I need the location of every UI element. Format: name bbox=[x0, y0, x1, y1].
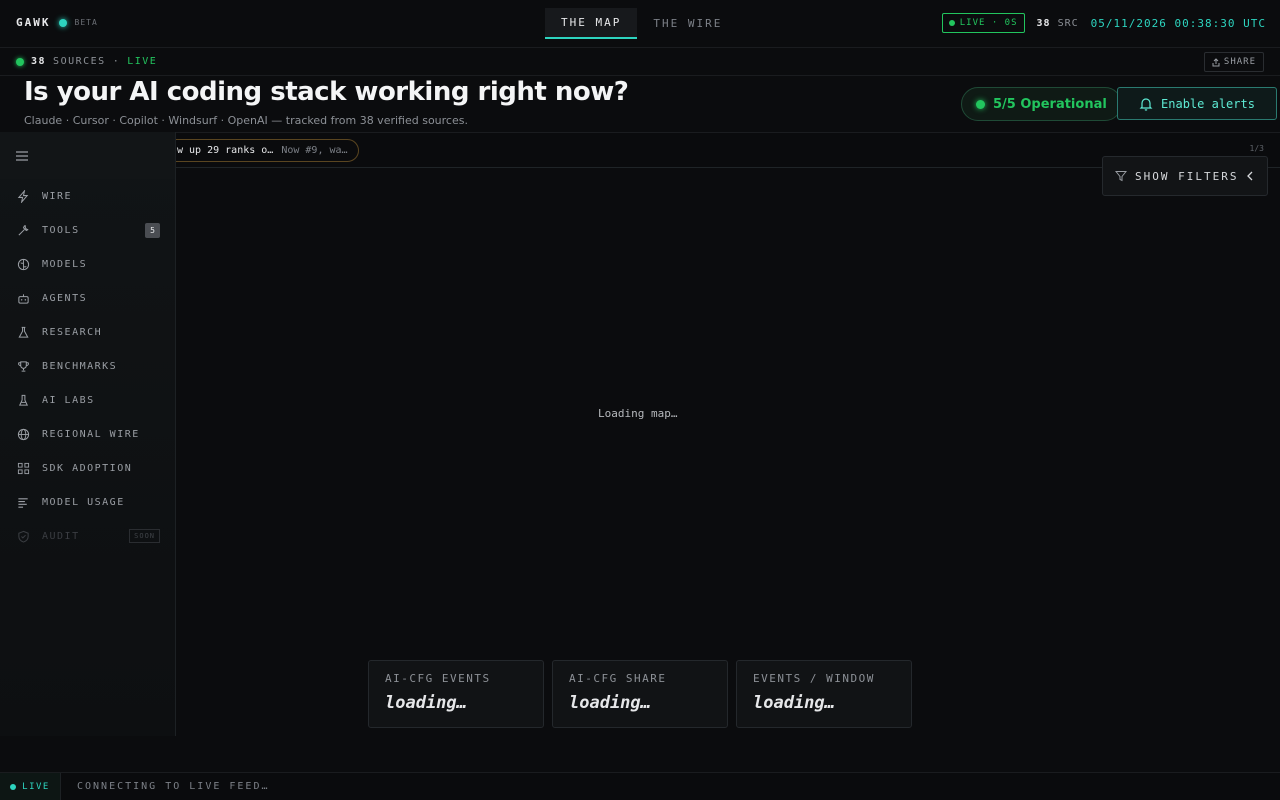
sidebar-item-research[interactable]: RESEARCH bbox=[0, 315, 175, 349]
sidebar-item-label: REGIONAL WIRE bbox=[42, 428, 140, 440]
status-dot-icon bbox=[58, 18, 67, 27]
stat-label: AI-CFG EVENTS bbox=[385, 672, 491, 685]
sidebar-item-benchmarks[interactable]: BENCHMARKS bbox=[0, 349, 175, 383]
sidebar-item-label: MODELS bbox=[42, 258, 88, 270]
sidebar-item-label: AGENTS bbox=[42, 292, 88, 304]
stat-value: loading… bbox=[753, 693, 835, 713]
news-ticker: w up 29 ranks o… Now #9, wa… 1/3 bbox=[0, 132, 1280, 168]
bars-icon bbox=[16, 495, 30, 509]
main-tabs: THE MAP THE WIRE bbox=[545, 8, 738, 39]
live-label: LIVE bbox=[127, 56, 158, 67]
robot-icon bbox=[16, 291, 30, 305]
utc-clock: 05/11/2026 00:38:30 UTC bbox=[1090, 16, 1266, 30]
stat-value: loading… bbox=[385, 693, 467, 713]
sources-label: SOURCES bbox=[53, 56, 106, 67]
stat-card-events-per-window: EVENTS / WINDOW loading… bbox=[736, 660, 912, 728]
source-count-label: SRC bbox=[1057, 17, 1079, 29]
stat-card-ai-cfg-share: AI-CFG SHARE loading… bbox=[552, 660, 728, 728]
shield-check-icon bbox=[16, 529, 30, 543]
live-indicator-label: LIVE · 0S bbox=[959, 18, 1018, 28]
wrench-icon bbox=[16, 223, 30, 237]
sidebar-header bbox=[0, 132, 175, 179]
top-bar: GAWK BETA THE MAP THE WIRE LIVE · 0S 38 … bbox=[0, 0, 1280, 48]
share-button[interactable]: SHARE bbox=[1203, 52, 1264, 72]
ticker-headline: w up 29 ranks o… bbox=[177, 145, 274, 156]
sidebar-item-label: SDK ADOPTION bbox=[42, 462, 133, 474]
enable-alerts-label: Enable alerts bbox=[1161, 96, 1255, 111]
operational-dot-icon bbox=[976, 99, 985, 109]
stat-label: EVENTS / WINDOW bbox=[753, 672, 875, 685]
sidebar-item-sdk-adoption[interactable]: SDK ADOPTION bbox=[0, 451, 175, 485]
live-dot-icon bbox=[10, 783, 17, 790]
sidebar: WIRE TOOLS 5 MODELS AGENTS RESEARCH BENC… bbox=[0, 132, 176, 736]
sidebar-item-label: BENCHMARKS bbox=[42, 360, 118, 372]
sidebar-item-label: AI LABS bbox=[42, 394, 95, 406]
live-dot-icon bbox=[948, 20, 955, 26]
source-count-value: 38 bbox=[1036, 17, 1051, 29]
soon-badge: SOON bbox=[129, 529, 160, 543]
filter-icon bbox=[1115, 171, 1127, 182]
bell-icon bbox=[1139, 97, 1153, 111]
tab-the-map[interactable]: THE MAP bbox=[545, 8, 638, 39]
ticker-item[interactable]: w up 29 ranks o… Now #9, wa… bbox=[150, 139, 359, 162]
stat-card-ai-cfg-events: AI-CFG EVENTS loading… bbox=[368, 660, 544, 728]
sidebar-item-tools[interactable]: TOOLS 5 bbox=[0, 213, 175, 247]
feed-status-text: CONNECTING TO LIVE FEED… bbox=[77, 781, 270, 792]
sidebar-item-label: MODEL USAGE bbox=[42, 496, 125, 508]
lightning-icon bbox=[16, 189, 30, 203]
beta-badge: BETA bbox=[74, 18, 98, 27]
status-area: LIVE · 0S 38 SRC 05/11/2026 00:38:30 UTC bbox=[941, 13, 1266, 33]
beaker-icon bbox=[16, 393, 30, 407]
globe-icon bbox=[16, 427, 30, 441]
ticker-page-indicator: 1/3 bbox=[1249, 144, 1264, 153]
grid-icon bbox=[16, 461, 30, 475]
show-filters-button[interactable]: SHOW FILTERS bbox=[1102, 156, 1268, 196]
live-indicator: LIVE · 0S bbox=[941, 13, 1025, 33]
sidebar-item-label: AUDIT bbox=[42, 530, 80, 542]
footer-feed-bar: LIVE CONNECTING TO LIVE FEED… bbox=[0, 772, 1280, 800]
sources-count: 38 bbox=[31, 56, 47, 67]
brand[interactable]: GAWK BETA bbox=[16, 16, 98, 29]
page-subtitle: Claude · Cursor · Copilot · Windsurf · O… bbox=[24, 114, 468, 127]
share-label: SHARE bbox=[1223, 57, 1256, 67]
map-loading-text: Loading map… bbox=[598, 407, 678, 420]
sub-bar: 38 SOURCES · LIVE SHARE bbox=[0, 48, 1280, 76]
separator: · bbox=[112, 56, 121, 67]
sidebar-item-models[interactable]: MODELS bbox=[0, 247, 175, 281]
sidebar-item-agents[interactable]: AGENTS bbox=[0, 281, 175, 315]
page-title: Is your AI coding stack working right no… bbox=[24, 77, 629, 107]
sidebar-item-label: TOOLS bbox=[42, 224, 80, 236]
source-count: 38 SRC bbox=[1037, 18, 1079, 29]
stat-value: loading… bbox=[569, 693, 651, 713]
menu-icon[interactable] bbox=[16, 150, 28, 161]
operational-status-badge[interactable]: 5/5 Operational bbox=[961, 87, 1122, 121]
stat-label: AI-CFG SHARE bbox=[569, 672, 667, 685]
sources-status: 38 SOURCES · LIVE bbox=[16, 56, 157, 67]
ticker-detail: Now #9, wa… bbox=[281, 145, 348, 156]
brand-name: GAWK bbox=[16, 16, 51, 29]
sidebar-item-wire[interactable]: WIRE bbox=[0, 179, 175, 213]
footer-live-indicator: LIVE bbox=[0, 773, 61, 800]
sidebar-item-ai-labs[interactable]: AI LABS bbox=[0, 383, 175, 417]
operational-label: 5/5 Operational bbox=[993, 96, 1107, 112]
trophy-icon bbox=[16, 359, 30, 373]
flask-icon bbox=[16, 325, 30, 339]
chevron-left-icon bbox=[1247, 171, 1253, 181]
tools-count-badge: 5 bbox=[145, 223, 160, 238]
footer-live-label: LIVE bbox=[22, 781, 50, 792]
live-dot-icon bbox=[16, 57, 24, 66]
share-icon bbox=[1212, 57, 1220, 66]
sidebar-item-regional-wire[interactable]: REGIONAL WIRE bbox=[0, 417, 175, 451]
brain-icon bbox=[16, 257, 30, 271]
tab-the-wire[interactable]: THE WIRE bbox=[637, 8, 738, 39]
enable-alerts-button[interactable]: Enable alerts bbox=[1117, 87, 1277, 120]
sidebar-item-model-usage[interactable]: MODEL USAGE bbox=[0, 485, 175, 519]
sidebar-item-label: RESEARCH bbox=[42, 326, 103, 338]
sidebar-item-audit: AUDIT SOON bbox=[0, 519, 175, 553]
show-filters-label: SHOW FILTERS bbox=[1135, 169, 1239, 183]
sidebar-item-label: WIRE bbox=[42, 190, 73, 202]
